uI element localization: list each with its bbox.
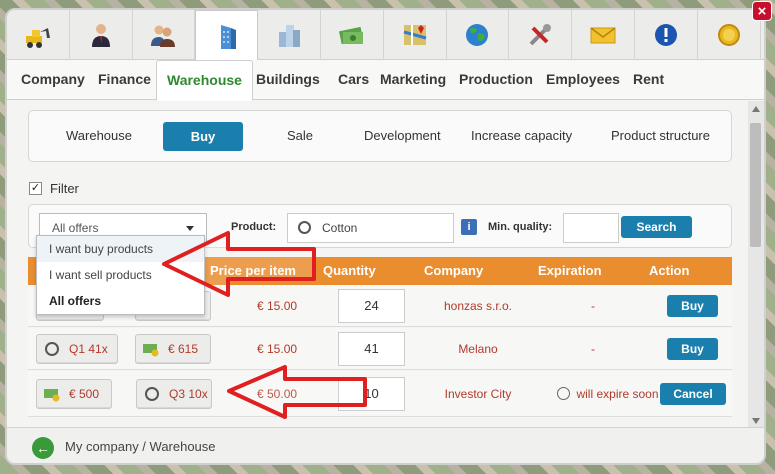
clock-icon xyxy=(557,387,571,400)
alert-icon[interactable] xyxy=(635,10,698,60)
scroll-down-icon[interactable] xyxy=(752,418,760,424)
offers-select-value: All offers xyxy=(52,221,99,235)
annotation-arrow xyxy=(227,365,367,419)
price-chip[interactable]: € 615 xyxy=(135,334,211,364)
buy-button[interactable]: Buy xyxy=(667,295,718,317)
breadcrumb: My company / Warehouse xyxy=(65,439,216,454)
money-icon[interactable] xyxy=(321,10,384,60)
warehouse-subnav: Warehouse Buy Sale Development Increase … xyxy=(28,110,732,162)
excavator-icon[interactable] xyxy=(7,10,70,60)
tab-employees[interactable]: Employees xyxy=(546,60,620,100)
map-icon[interactable] xyxy=(384,10,447,60)
price-chip-label: € 615 xyxy=(168,342,199,356)
column-action: Action xyxy=(649,263,690,278)
scroll-up-icon[interactable] xyxy=(752,106,760,112)
info-icon[interactable]: i xyxy=(461,219,477,235)
quality-chip-label: Q3 10x xyxy=(169,387,208,401)
table-row: € 500 Q3 10x € 50.00 10 Investor City wi… xyxy=(28,371,732,417)
quality-label: Min. quality: xyxy=(488,221,553,233)
money-icon xyxy=(44,389,60,402)
quality-chip[interactable]: Q1 41x xyxy=(36,334,118,364)
businessman-icon[interactable] xyxy=(70,10,133,60)
globe-icon[interactable] xyxy=(447,10,510,60)
column-quantity: Quantity xyxy=(323,263,376,278)
row-expiration: - xyxy=(591,299,595,313)
filter-toggle[interactable]: ✓ Filter xyxy=(29,181,79,196)
filter-checkbox[interactable]: ✓ xyxy=(29,182,42,195)
mail-icon[interactable] xyxy=(572,10,635,60)
tab-finance[interactable]: Finance xyxy=(98,60,151,100)
product-input-value: Cotton xyxy=(322,221,358,235)
quality-chip-label: Q1 41x xyxy=(69,342,108,356)
office-buildings-icon[interactable] xyxy=(258,10,321,60)
search-icon xyxy=(145,387,159,401)
search-button[interactable]: Search xyxy=(621,216,692,238)
buy-button[interactable]: Buy xyxy=(667,338,718,360)
subnav-warehouse[interactable]: Warehouse xyxy=(66,111,132,161)
cancel-button[interactable]: Cancel xyxy=(660,383,726,405)
footer-bar: ← My company / Warehouse xyxy=(7,427,764,463)
money-icon xyxy=(143,344,159,357)
tab-rent[interactable]: Rent xyxy=(633,60,664,100)
tab-company[interactable]: Company xyxy=(21,60,85,100)
annotation-arrow xyxy=(162,231,316,297)
table-row: Q1 41x € 615 € 15.00 41 Melano - Buy xyxy=(28,328,732,370)
filter-label: Filter xyxy=(50,181,79,196)
row-price: € 15.00 xyxy=(257,342,298,356)
column-expiration: Expiration xyxy=(538,263,602,278)
scrollbar-thumb[interactable] xyxy=(750,123,761,247)
subnav-increase-capacity[interactable]: Increase capacity xyxy=(471,111,572,161)
search-icon xyxy=(45,342,59,356)
subnav-sale[interactable]: Sale xyxy=(287,111,313,161)
people-icon[interactable] xyxy=(133,10,196,60)
row-price: € 15.00 xyxy=(257,299,298,313)
expiration-label: will expire soon xyxy=(576,387,659,401)
tab-cars[interactable]: Cars xyxy=(338,60,369,100)
tools-icon[interactable] xyxy=(509,10,573,60)
column-company: Company xyxy=(424,263,484,278)
quality-chip[interactable]: Q3 10x xyxy=(136,379,212,409)
tab-marketing[interactable]: Marketing xyxy=(380,60,446,100)
quantity-field[interactable]: 24 xyxy=(338,289,405,323)
main-tabs: Company Finance Warehouse Buildings Cars… xyxy=(7,60,764,101)
quantity-field[interactable]: 41 xyxy=(338,332,405,366)
subnav-development[interactable]: Development xyxy=(364,111,441,161)
back-arrow-icon[interactable]: ← xyxy=(32,437,54,459)
price-chip[interactable]: € 500 xyxy=(36,379,112,409)
icon-toolbar xyxy=(7,10,764,61)
close-window-button[interactable]: × xyxy=(752,1,772,21)
price-chip-label: € 500 xyxy=(69,387,100,401)
warehouse-building-icon[interactable] xyxy=(195,10,259,61)
tab-buildings[interactable]: Buildings xyxy=(256,60,320,100)
subnav-product-structure[interactable]: Product structure xyxy=(611,111,710,161)
vertical-scrollbar[interactable] xyxy=(748,101,764,427)
min-quality-input[interactable] xyxy=(563,213,619,243)
subnav-buy[interactable]: Buy xyxy=(163,122,243,151)
tab-production[interactable]: Production xyxy=(459,60,533,100)
row-expiration: - xyxy=(591,342,595,356)
row-company-link[interactable]: Investor City xyxy=(413,387,543,401)
tab-warehouse[interactable]: Warehouse xyxy=(156,60,253,101)
